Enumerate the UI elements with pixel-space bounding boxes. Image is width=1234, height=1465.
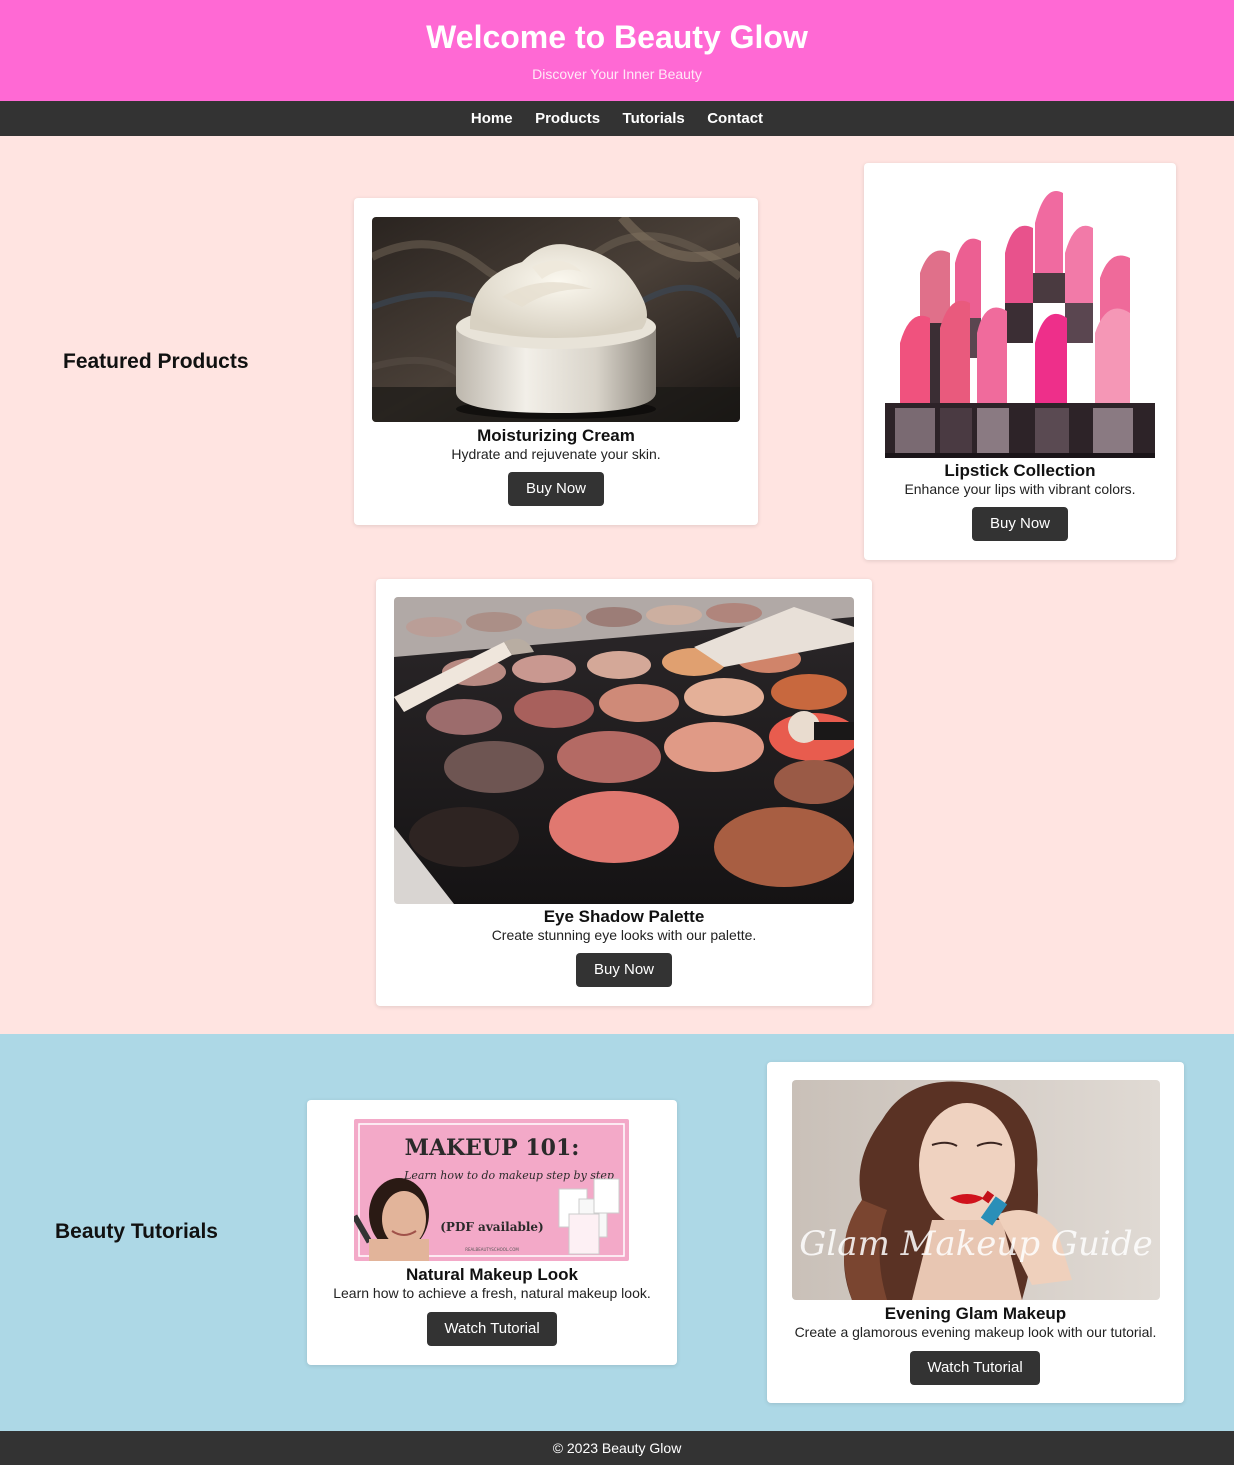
tutorial-card-evening-glam: Glam Makeup Guide Evening Glam Makeup Cr… bbox=[767, 1062, 1184, 1403]
product-card-moisturizing-cream: Moisturizing Cream Hydrate and rejuvenat… bbox=[354, 198, 758, 525]
buy-now-button[interactable]: Buy Now bbox=[972, 507, 1068, 541]
product-description: Create stunning eye looks with our palet… bbox=[491, 927, 757, 943]
thumbnail-url: REALBEAUTYSCHOOL.COM bbox=[465, 1247, 519, 1252]
watch-tutorial-button[interactable]: Watch Tutorial bbox=[427, 1312, 557, 1346]
thumbnail-heading: MAKEUP 101: bbox=[405, 1135, 580, 1161]
tutorial-card-natural-makeup: MAKEUP 101: Learn how to do makeup step … bbox=[307, 1100, 677, 1365]
tutorial-name: Evening Glam Makeup bbox=[884, 1304, 1067, 1323]
buy-now-button[interactable]: Buy Now bbox=[576, 953, 672, 987]
nav-contact-link[interactable]: Contact bbox=[707, 101, 763, 136]
site-footer: © 2023 Beauty Glow bbox=[0, 1431, 1234, 1465]
lipstick-collection-image bbox=[885, 183, 1155, 458]
featured-products-section: Featured Products Moisturizing Cream Hyd… bbox=[0, 136, 1234, 1034]
thumbnail-script: Learn how to do makeup step by step bbox=[403, 1169, 614, 1182]
site-header: Welcome to Beauty Glow Discover Your Inn… bbox=[0, 0, 1234, 101]
tutorial-name: Natural Makeup Look bbox=[406, 1265, 578, 1284]
site-title: Welcome to Beauty Glow bbox=[426, 19, 808, 55]
product-name: Eye Shadow Palette bbox=[543, 907, 705, 926]
nav-tutorials-link[interactable]: Tutorials bbox=[623, 101, 685, 136]
product-name: Moisturizing Cream bbox=[477, 426, 635, 445]
beauty-tutorials-heading: Beauty Tutorials bbox=[55, 1220, 218, 1243]
product-card-eye-shadow-palette: Eye Shadow Palette Create stunning eye l… bbox=[376, 579, 872, 1006]
evening-glam-thumbnail: Glam Makeup Guide bbox=[792, 1080, 1160, 1300]
nav-home-link[interactable]: Home bbox=[471, 101, 513, 136]
buy-now-button[interactable]: Buy Now bbox=[508, 472, 604, 506]
tutorial-description: Create a glamorous evening makeup look w… bbox=[794, 1324, 1157, 1340]
tutorial-description: Learn how to achieve a fresh, natural ma… bbox=[333, 1285, 651, 1301]
natural-makeup-thumbnail: MAKEUP 101: Learn how to do makeup step … bbox=[354, 1119, 629, 1261]
product-name: Lipstick Collection bbox=[944, 461, 1096, 480]
thumbnail-script: Glam Makeup Guide bbox=[799, 1224, 1152, 1264]
footer-copyright: © 2023 Beauty Glow bbox=[552, 1440, 682, 1456]
nav-products-link[interactable]: Products bbox=[535, 101, 600, 136]
moisturizing-cream-image bbox=[372, 217, 740, 422]
eye-shadow-palette-image bbox=[394, 597, 854, 904]
main-nav: Home Products Tutorials Contact bbox=[0, 101, 1234, 136]
featured-products-heading: Featured Products bbox=[63, 350, 249, 373]
watch-tutorial-button[interactable]: Watch Tutorial bbox=[910, 1351, 1040, 1385]
product-description: Enhance your lips with vibrant colors. bbox=[904, 481, 1136, 497]
site-tagline: Discover Your Inner Beauty bbox=[532, 66, 702, 82]
product-description: Hydrate and rejuvenate your skin. bbox=[451, 446, 661, 462]
thumbnail-note: (PDF available) bbox=[440, 1220, 543, 1234]
beauty-tutorials-section: Beauty Tutorials MAKEUP 101: Learn how t… bbox=[0, 1034, 1234, 1431]
product-card-lipstick-collection: Lipstick Collection Enhance your lips wi… bbox=[864, 163, 1176, 560]
